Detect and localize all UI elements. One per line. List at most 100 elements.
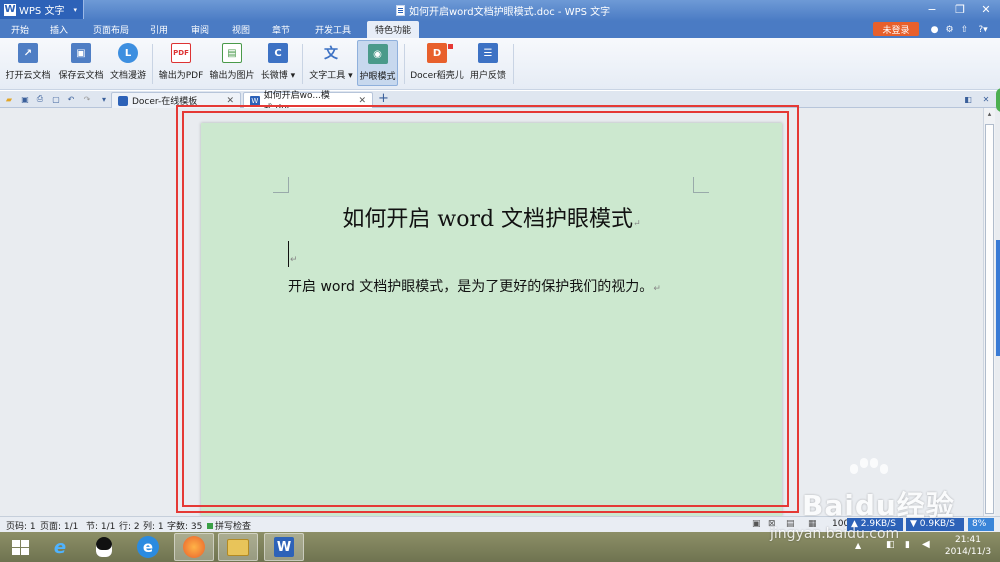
windows-logo-icon [11, 539, 29, 555]
button-label: Docer稻壳儿 [410, 71, 464, 81]
spell-check-label: 拼写检查 [215, 522, 252, 532]
eye-protect-icon: ◉ [367, 44, 388, 64]
open-cloud-doc-button[interactable]: ↗ 打开云文档 [3, 40, 53, 86]
save-cloud-doc-button[interactable]: ▣ 保存云文档 [56, 40, 106, 86]
ribbon-separator [152, 44, 153, 84]
windows-start-button[interactable] [2, 533, 38, 561]
help-icon[interactable]: ?▾ [974, 24, 992, 35]
cloud-save-icon: ▣ [71, 43, 91, 63]
ribbon: ↗ 打开云文档 ▣ 保存云文档 L 文档漫游 PDF 输出为PDF ▤ 输出为图… [0, 38, 1000, 90]
close-tab-icon[interactable]: ✕ [358, 96, 366, 106]
watermark-brand: Baidu经验 [802, 489, 955, 522]
menu-bar: 开始 插入 页面布局 引用 审阅 视图 章节 开发工具 特色功能 未登录 ● ⚙… [0, 21, 1000, 38]
button-label: 用户反馈 [469, 71, 506, 81]
maximize-button[interactable]: ❐ [946, 0, 974, 19]
print-icon[interactable]: ⎙ [35, 94, 45, 104]
taskbar-browser-button[interactable]: e [128, 533, 168, 561]
feedback-icon: ☰ [478, 43, 498, 63]
tab-list-icon[interactable]: ◧ [963, 94, 973, 104]
baidu-jingyan-watermark: Baidu经验 jingyan.baidu.com [762, 456, 992, 552]
text-tools-icon: 文 [324, 46, 338, 62]
long-weibo-button[interactable]: C 长微博 ▾ [259, 40, 297, 86]
taskbar-360-button[interactable] [174, 533, 214, 561]
taskbar-ie-button[interactable]: e [40, 533, 80, 561]
user-feedback-button[interactable]: ☰ 用户反馈 [468, 40, 508, 86]
tab-developer[interactable]: 开发工具 [307, 21, 359, 38]
docer-tab-icon [118, 95, 128, 106]
pdf-icon: PDF [171, 43, 191, 63]
ribbon-separator [302, 44, 303, 84]
folder-icon [227, 538, 249, 556]
side-panel-tab[interactable] [996, 240, 1000, 356]
tab-view[interactable]: 视图 [224, 21, 258, 38]
ribbon-separator [513, 44, 514, 84]
tab-page-layout[interactable]: 页面布局 [85, 21, 137, 38]
wps-app-menu-button[interactable]: W WPS 文字 ▾ [0, 0, 84, 19]
share-icon[interactable]: ⇧ [959, 24, 970, 35]
redo-icon[interactable]: ↷ [82, 94, 92, 104]
status-row: 行: 2 [119, 522, 140, 532]
status-col: 列: 1 [143, 522, 164, 532]
ribbon-separator [404, 44, 405, 84]
document-icon [396, 5, 405, 16]
tab-special-features[interactable]: 特色功能 [367, 21, 420, 38]
roaming-icon: L [118, 43, 138, 63]
word-doc-icon: W [250, 95, 260, 106]
button-label: 护眼模式 [359, 72, 396, 82]
paw-logo-icon [848, 458, 888, 486]
weibo-icon: C [268, 43, 288, 63]
export-pdf-button[interactable]: PDF 输出为PDF [157, 40, 205, 86]
taskbar-qq-button[interactable] [84, 533, 124, 561]
save-icon[interactable]: ▣ [20, 94, 30, 104]
browser-e-icon: e [137, 536, 159, 558]
restore-doc-icon[interactable]: ✕ [981, 94, 991, 104]
notification-dot [448, 44, 453, 49]
button-label: 保存云文档 [58, 71, 104, 81]
window-title: 如何开启word文档护眼模式.doc - WPS 文字 [396, 3, 610, 18]
ie-icon: e [53, 536, 67, 558]
print-preview-icon[interactable]: ▢ [51, 94, 61, 104]
orange-app-icon [183, 536, 205, 558]
status-section: 节: 1/1 [86, 522, 116, 532]
cloud-open-icon: ↗ [18, 43, 38, 63]
skin-icon[interactable]: ● [929, 24, 940, 35]
close-tab-icon[interactable]: ✕ [226, 96, 234, 106]
docer-icon: D [427, 43, 447, 63]
wps-logo-icon: W [274, 537, 294, 557]
qq-penguin-icon [96, 537, 112, 557]
open-folder-icon[interactable]: ▰ [4, 94, 14, 104]
settings-icon[interactable]: ⚙ [944, 24, 955, 35]
taskbar-wps-button[interactable]: W [264, 533, 304, 561]
watermark-url: jingyan.baidu.com [770, 526, 900, 542]
tab-chapter[interactable]: 章节 [264, 21, 298, 38]
minimize-button[interactable]: − [918, 0, 946, 19]
login-button[interactable]: 未登录 [873, 22, 919, 36]
docer-button[interactable]: D Docer稻壳儿 [408, 40, 466, 86]
tab-references[interactable]: 引用 [142, 21, 176, 38]
button-label: 输出为PDF [158, 71, 204, 81]
tab-review[interactable]: 审阅 [183, 21, 217, 38]
new-tab-icon[interactable]: + [378, 91, 389, 106]
eye-protection-button[interactable]: ◉ 护眼模式 [357, 40, 398, 86]
close-button[interactable]: ✕ [972, 0, 1000, 19]
button-label: 文字工具 ▾ [309, 71, 353, 81]
image-export-icon: ▤ [222, 43, 242, 63]
view-mode-icon[interactable]: ▣ [752, 519, 761, 529]
doc-roaming-button[interactable]: L 文档漫游 [107, 40, 149, 86]
tab-insert[interactable]: 插入 [42, 21, 76, 38]
status-pages: 页面: 1/1 [40, 522, 79, 532]
highlight-box-inner [182, 111, 789, 507]
spell-check-button[interactable]: 拼写检查 [207, 519, 251, 532]
scroll-up-icon[interactable]: ▴ [985, 110, 994, 120]
taskbar-explorer-button[interactable] [218, 533, 258, 561]
text-tools-button[interactable]: 文 文字工具 ▾ [307, 40, 355, 86]
chevron-down-icon[interactable]: ▾ [99, 94, 109, 104]
button-label: 文档漫游 [109, 71, 146, 81]
export-image-button[interactable]: ▤ 输出为图片 [207, 40, 257, 86]
window-title-text: 如何开启word文档护眼模式.doc - WPS 文字 [409, 7, 611, 18]
floating-side-icon[interactable] [996, 88, 1000, 112]
undo-icon[interactable]: ↶ [66, 94, 76, 104]
tab-start[interactable]: 开始 [3, 21, 37, 38]
button-label: 打开云文档 [5, 71, 51, 81]
spell-check-icon [207, 522, 213, 529]
